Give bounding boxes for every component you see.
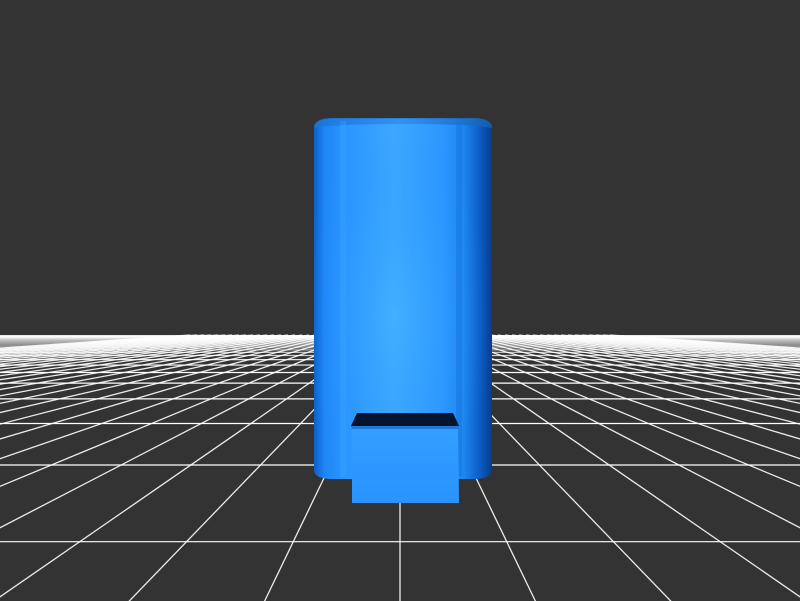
grid-line-converging <box>0 334 310 385</box>
grid-line-converging <box>539 334 800 363</box>
3d-scene-canvas[interactable] <box>0 0 800 601</box>
block-slot-edge <box>351 426 459 429</box>
front-block[interactable] <box>352 426 459 503</box>
grid-line-converging <box>532 334 800 365</box>
grid-line-converging <box>441 334 800 460</box>
grid-line-converging <box>490 334 800 385</box>
grid-line-converging <box>0 334 359 460</box>
grid-line-converging <box>0 334 268 365</box>
grid-line-converging <box>0 334 261 363</box>
cylinder-left-band <box>340 121 346 477</box>
block-slot <box>351 413 459 426</box>
3d-model[interactable] <box>314 118 492 503</box>
3d-viewport[interactable] <box>0 0 800 601</box>
